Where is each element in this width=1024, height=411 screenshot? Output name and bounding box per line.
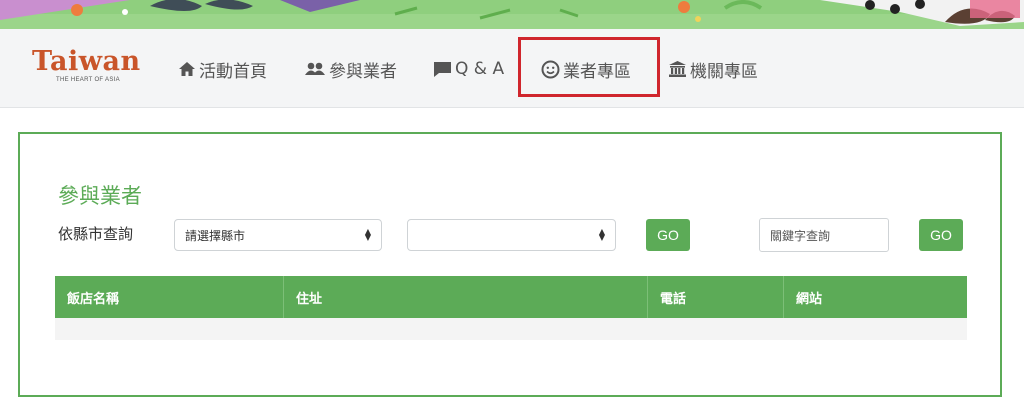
column-hotel-name: 飯店名稱 [55,276,284,318]
nav-item-home[interactable]: 活動首頁 [178,57,267,82]
nav-item-participants[interactable]: 參與業者 [304,57,397,82]
top-navigation: Taiwan THE HEART OF ASIA 活動首頁 參與業者 Q & A… [0,29,1024,108]
nav-item-agency-zone[interactable]: 機關專區 [668,57,758,82]
city-query-label: 依縣市查詢 [58,225,134,243]
column-phone: 電話 [648,276,784,318]
go-button-keyword[interactable]: GO [919,219,963,251]
taiwan-logo[interactable]: Taiwan THE HEART OF ASIA [32,46,150,84]
results-table-header: 飯店名稱 住址 電話 網站 [55,276,967,318]
column-website: 網站 [796,291,823,307]
select-arrows-icon: ▲ ▼ [598,227,605,242]
keyword-input[interactable]: 關鍵字查詢 [759,218,889,252]
column-address: 住址 [284,276,648,318]
logo-tagline: THE HEART OF ASIA [56,77,120,83]
nav-item-label: 參與業者 [329,61,397,82]
city-select-value: 請選擇縣市 [185,228,246,243]
select-arrows-icon: ▲ ▼ [364,227,371,242]
go-button-city[interactable]: GO [646,219,690,251]
institution-icon [669,61,686,77]
nav-item-label: 機關專區 [690,61,758,82]
decorative-banner [0,0,1024,29]
logo-wordmark: Taiwan [32,46,141,77]
district-select[interactable]: ▲ ▼ [407,219,616,251]
nav-item-label: 活動首頁 [199,61,267,82]
participants-panel: 參與業者 依縣市查詢 請選擇縣市 ▲ ▼ ▲ ▼ GO 關鍵字查詢 GO 飯店名稱 … [18,132,1002,397]
nav-item-label: Q & A [455,59,505,79]
panel-title: 參與業者 [58,184,142,208]
city-select[interactable]: 請選擇縣市 ▲ ▼ [174,219,382,251]
home-icon [179,62,195,76]
comment-icon [434,61,451,77]
highlight-annotation-box [518,37,660,97]
users-icon [305,62,325,75]
results-table-body [55,318,967,340]
nav-item-qa[interactable]: Q & A [433,57,504,81]
